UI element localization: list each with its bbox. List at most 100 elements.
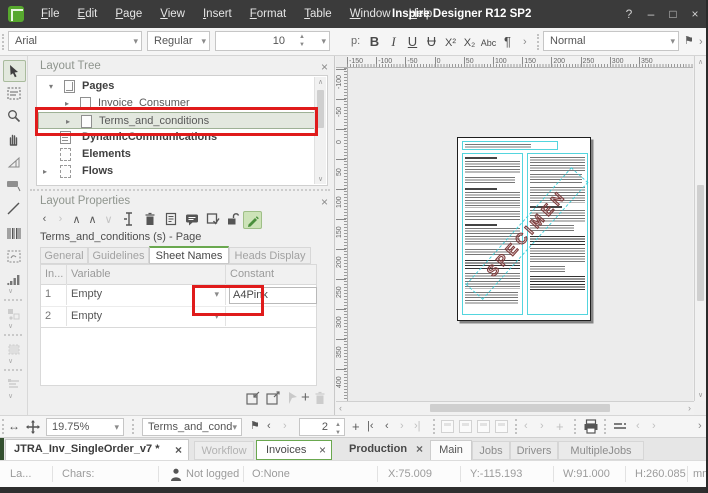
add-sheet-button[interactable]: +: [556, 416, 564, 437]
menu-table[interactable]: Table: [295, 0, 341, 28]
maximize-button[interactable]: □: [662, 0, 684, 28]
chevron-down-icon[interactable]: ▾: [201, 32, 206, 50]
font-style-select[interactable]: Regular▾: [147, 31, 210, 51]
scrollbar-thumb[interactable]: [317, 90, 324, 128]
next-page-button[interactable]: ›: [400, 416, 404, 437]
tree-item-elements[interactable]: Elements: [38, 146, 316, 163]
tab-workflow[interactable]: Workflow: [194, 441, 254, 460]
tree-item-flows[interactable]: ▸ Flows: [38, 163, 316, 180]
toolbar-drag-handle[interactable]: [132, 419, 137, 434]
pan-tool-button[interactable]: [3, 129, 24, 149]
tab-jobs[interactable]: Jobs: [472, 441, 510, 460]
toolbar-overflow-icon[interactable]: ›: [699, 33, 703, 51]
page-select[interactable]: Terms_and_cond ▾: [142, 418, 242, 436]
tab-heads-display[interactable]: Heads Display: [229, 247, 311, 264]
last-page-button[interactable]: ›|: [414, 416, 421, 437]
strikethrough-button[interactable]: Ʉ: [422, 31, 441, 53]
tab-main[interactable]: Main: [430, 440, 472, 461]
first-page-button[interactable]: |‹: [367, 416, 374, 437]
next-view-button[interactable]: ›: [652, 416, 656, 437]
bold-button[interactable]: B: [365, 31, 384, 53]
close-icon[interactable]: [175, 444, 182, 456]
toolbar-drag-handle[interactable]: [537, 34, 542, 50]
login-status[interactable]: Not logged: [186, 461, 239, 487]
chevron-down-icon[interactable]: ▾: [114, 419, 119, 435]
menu-insert[interactable]: Insert: [194, 0, 241, 28]
previous-page-button[interactable]: ‹: [385, 416, 389, 437]
font-size-spinner[interactable]: 10 ▲▼ ▾: [215, 31, 330, 51]
menu-format[interactable]: Format: [241, 0, 295, 28]
superscript-button[interactable]: X²: [441, 32, 460, 54]
insert-position-button[interactable]: [120, 211, 137, 227]
expander-icon[interactable]: ▾: [49, 78, 53, 95]
measure-tool-button[interactable]: [3, 152, 24, 172]
tab-general[interactable]: General: [40, 247, 88, 264]
lock-button[interactable]: [224, 211, 241, 227]
chevron-down-icon[interactable]: ▾: [670, 32, 675, 50]
tab-guidelines[interactable]: Guidelines: [88, 247, 149, 264]
scroll-up-icon[interactable]: ∧: [695, 58, 706, 66]
close-icon[interactable]: [321, 61, 328, 73]
text-select-tool-button[interactable]: [3, 83, 24, 103]
chevron-down-icon[interactable]: ▾: [321, 32, 326, 50]
chevron-down-icon[interactable]: ∨: [8, 357, 13, 365]
line-tool-button[interactable]: [3, 198, 24, 218]
move-down-button[interactable]: ∨: [100, 211, 117, 227]
tab-sheet-names[interactable]: Sheet Names: [149, 246, 229, 264]
menu-view[interactable]: View: [151, 0, 194, 28]
subscript-button[interactable]: X₂: [460, 32, 479, 54]
underline-button[interactable]: U: [403, 31, 422, 53]
scrollbar-thumb[interactable]: [430, 404, 610, 412]
chevron-down-icon[interactable]: ▾: [133, 32, 138, 50]
italic-button[interactable]: I: [384, 31, 403, 53]
edit-mode-button[interactable]: [243, 211, 262, 229]
next-button[interactable]: ›: [52, 211, 69, 227]
scroll-up-icon[interactable]: ∧: [315, 78, 326, 86]
tab-document[interactable]: JTRA_Inv_SingleOrder_v7 *: [5, 439, 189, 461]
previous-view-button[interactable]: ‹: [636, 416, 640, 437]
toolbar-drag-handle[interactable]: [2, 419, 7, 434]
close-icon[interactable]: [416, 443, 423, 455]
rectangle-tool-button[interactable]: [3, 175, 24, 195]
export-button[interactable]: [266, 391, 281, 405]
close-button[interactable]: ×: [684, 0, 706, 28]
page-preview[interactable]: SPECIMEN: [457, 137, 591, 321]
forward-button[interactable]: ›: [283, 416, 287, 437]
chart-tool-button[interactable]: [3, 269, 24, 289]
chevron-down-icon[interactable]: ∨: [8, 287, 13, 295]
frame-tool-button[interactable]: [3, 246, 24, 266]
shapes-group-button[interactable]: [3, 304, 24, 324]
menu-file[interactable]: File: [32, 0, 69, 28]
tree-item-pages[interactable]: ▾ Pages: [38, 78, 316, 95]
spinner-up-down-icon[interactable]: ▲▼: [335, 421, 341, 436]
validate-button[interactable]: [204, 211, 221, 227]
back-button[interactable]: ‹: [267, 416, 271, 437]
next-sheet-button[interactable]: ›: [540, 416, 544, 437]
menu-edit[interactable]: Edit: [69, 0, 107, 28]
move-up2-button[interactable]: ∧: [84, 211, 101, 227]
page-heading-flow[interactable]: [462, 141, 558, 150]
panel-canvas-splitter[interactable]: [334, 56, 335, 415]
single-page-view-button[interactable]: [441, 420, 454, 433]
continuous-view-button[interactable]: [477, 420, 490, 433]
add-page-button[interactable]: +: [352, 416, 360, 437]
delete-button[interactable]: [141, 211, 158, 227]
zoom-select[interactable]: 19.75% ▾: [46, 418, 124, 436]
move-up-button[interactable]: ∧: [68, 211, 85, 227]
import-button[interactable]: [246, 391, 261, 405]
delete-row-button[interactable]: [314, 391, 326, 405]
tab-multiplejobs[interactable]: MultipleJobs: [558, 441, 644, 460]
toolbar-overflow-icon[interactable]: ›: [698, 416, 702, 437]
spinner-up-down-icon[interactable]: ▲▼: [299, 33, 305, 49]
properties-sheet-button[interactable]: [162, 211, 179, 227]
comment-button[interactable]: [183, 211, 200, 227]
add-row-button[interactable]: +: [301, 389, 310, 406]
font-family-select[interactable]: Arial▾: [8, 31, 142, 51]
menu-page[interactable]: Page: [106, 0, 151, 28]
proof-print-button[interactable]: [583, 419, 599, 434]
page-number-spinner[interactable]: 2 ▲▼: [299, 418, 345, 436]
assign-button[interactable]: [287, 391, 299, 405]
panel-splitter[interactable]: [30, 189, 330, 191]
barcode-tool-button[interactable]: [3, 223, 24, 243]
tab-invoices[interactable]: Invoices: [256, 440, 332, 460]
